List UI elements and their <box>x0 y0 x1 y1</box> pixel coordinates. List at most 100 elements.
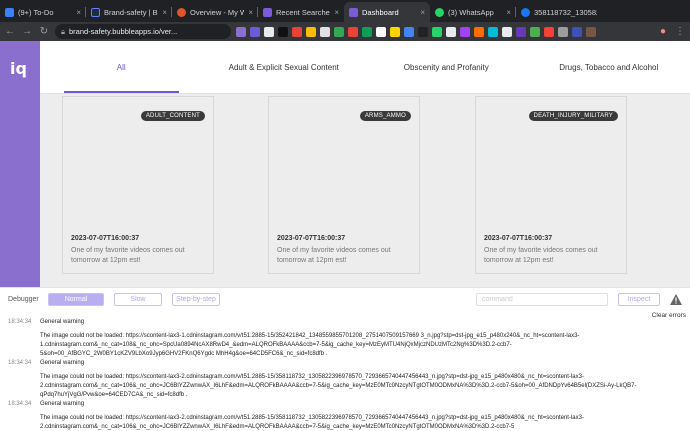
close-tab-icon[interactable]: × <box>506 8 511 17</box>
extension-icon[interactable] <box>502 26 512 37</box>
close-tab-icon[interactable]: × <box>420 8 425 17</box>
iq-favicon-icon <box>263 7 272 17</box>
tab-label: (3) WhatsApp <box>448 7 494 17</box>
card-timestamp: 2023-07-07T16:00:37 <box>277 235 346 242</box>
extension-icon[interactable] <box>264 26 274 37</box>
category-badge: ADULT_CONTENT <box>140 111 205 121</box>
browser-tab[interactable]: (3) WhatsApp × <box>430 2 516 22</box>
tab-label: (9+) To-Do <box>18 7 54 17</box>
debugger-log: 18:34:34 General warning The image could… <box>0 317 690 431</box>
card-description: One of my favorite videos comes out tomo… <box>71 247 185 264</box>
card-timestamp: 2023-07-07T16:00:37 <box>484 235 553 242</box>
address-text: brand-safety.bubbleapps.io/ver... <box>69 27 178 36</box>
extension-icon[interactable] <box>572 26 582 37</box>
debugger-bar: Debugger Normal Slow Step-by-step comman… <box>0 287 690 310</box>
close-tab-icon[interactable]: × <box>76 8 81 17</box>
close-tab-icon[interactable]: × <box>248 8 253 17</box>
bubble-favicon-icon <box>91 7 100 17</box>
tab-obscenity-profanity[interactable]: Obscenity and Profanity <box>365 41 528 93</box>
extension-icon[interactable] <box>488 26 498 37</box>
extension-icon[interactable] <box>586 26 596 37</box>
whatsapp-favicon-icon <box>435 7 444 17</box>
inspect-button[interactable]: Inspect <box>618 292 660 306</box>
extension-icon[interactable] <box>306 26 316 37</box>
log-title: General warning <box>40 319 85 325</box>
tab-drugs-tobacco-alcohol[interactable]: Drugs, Tobacco and Alcohol <box>528 41 690 93</box>
normal-mode-button[interactable]: Normal <box>48 292 104 306</box>
log-time: 18:34:34 <box>8 360 32 366</box>
tab-label: Brand-safety | Bubble <box>104 7 158 17</box>
log-body: The image could not be loaded: https://s… <box>40 333 580 357</box>
address-bar[interactable]: 🔒︎ brand-safety.bubbleapps.io/ver... <box>55 24 231 39</box>
extension-icon[interactable] <box>320 26 330 37</box>
extension-icon[interactable] <box>390 26 400 37</box>
category-badge: DEATH_INJURY_MILITARY <box>528 111 618 121</box>
close-tab-icon[interactable]: × <box>162 8 167 17</box>
forward-icon[interactable]: → <box>21 26 33 37</box>
extension-icon[interactable] <box>376 26 386 37</box>
workout-favicon-icon <box>177 7 186 17</box>
extension-icon[interactable] <box>544 26 554 37</box>
log-time: 18:34:34 <box>8 401 32 407</box>
card-description: One of my favorite videos comes out tomo… <box>484 247 598 264</box>
warning-icon[interactable] <box>670 293 682 305</box>
extension-icon[interactable] <box>516 26 526 37</box>
browser-tab[interactable]: Overview - My Workouts× <box>172 2 258 22</box>
log-title: General warning <box>40 360 85 366</box>
browser-tab-bar: (9+) To-Do × Brand-safety | Bubble × Overv… <box>0 0 690 22</box>
content-card[interactable]: ADULT_CONTENT 2023-07-07T16:00:37 One of… <box>62 96 214 274</box>
category-tabs: All Adult & Explicit Sexual Content Obsc… <box>40 41 690 94</box>
tab-label: 358118732_130582... <box>534 7 597 17</box>
extension-icon[interactable] <box>362 26 372 37</box>
browser-tab[interactable]: Brand-safety | Bubble × <box>86 2 172 22</box>
content-card[interactable]: DEATH_INJURY_MILITARY 2023-07-07T16:00:3… <box>475 96 627 274</box>
profile-avatar-icon[interactable]: ● <box>657 26 669 37</box>
browser-toolbar: ← → ↻ 🔒︎ brand-safety.bubbleapps.io/ver.… <box>0 22 690 41</box>
debugger-label: Debugger <box>8 295 39 303</box>
extension-icon[interactable] <box>404 26 414 37</box>
extension-icon[interactable] <box>474 26 484 37</box>
extension-icon[interactable] <box>250 26 260 37</box>
log-title: General warning <box>40 401 85 407</box>
slow-mode-button[interactable]: Slow <box>114 292 162 306</box>
browser-tab-active[interactable]: Dashboard × <box>344 2 430 22</box>
back-icon[interactable]: ← <box>4 26 16 37</box>
extension-icon[interactable] <box>334 26 344 37</box>
browser-tab[interactable]: Recent Searches × <box>258 2 344 22</box>
todo-favicon-icon <box>5 7 14 17</box>
content-card[interactable]: ARMS_AMMO 2023-07-07T16:00:37 One of my … <box>268 96 420 274</box>
main-content: All Adult & Explicit Sexual Content Obsc… <box>40 41 690 287</box>
extension-icon[interactable] <box>460 26 470 37</box>
app-sidebar: iq <box>0 41 40 287</box>
facebook-favicon-icon <box>521 7 530 17</box>
extension-icon[interactable] <box>530 26 540 37</box>
extension-icon[interactable] <box>348 26 358 37</box>
extension-icon[interactable] <box>278 26 288 37</box>
tab-label: Dashboard <box>362 7 399 17</box>
card-description: One of my favorite videos comes out tomo… <box>277 247 391 264</box>
close-tab-icon[interactable]: × <box>334 8 339 17</box>
browser-tab[interactable]: (9+) To-Do × <box>0 2 86 22</box>
iq-favicon-icon <box>349 7 358 17</box>
log-time: 18:34:34 <box>8 319 32 325</box>
iq-logo[interactable]: iq <box>10 59 27 78</box>
extension-icon[interactable] <box>418 26 428 37</box>
extension-icon[interactable] <box>236 26 246 37</box>
menu-dots-icon[interactable]: ⋮ <box>674 26 686 37</box>
tab-label: Overview - My Workouts <box>190 7 245 17</box>
browser-tab[interactable]: 358118732_130582... <box>516 2 602 22</box>
extension-icon[interactable] <box>558 26 568 37</box>
category-badge: ARMS_AMMO <box>359 111 411 121</box>
lock-icon: 🔒︎ <box>61 26 65 36</box>
tab-label: Recent Searches <box>276 7 331 17</box>
tab-all[interactable]: All <box>40 41 203 93</box>
tab-adult-explicit[interactable]: Adult & Explicit Sexual Content <box>203 41 366 93</box>
card-timestamp: 2023-07-07T16:00:37 <box>71 235 140 242</box>
debugger-command-input[interactable]: command <box>476 292 608 306</box>
step-by-step-button[interactable]: Step-by-step <box>172 292 220 306</box>
extension-icon[interactable] <box>446 26 456 37</box>
reload-icon[interactable]: ↻ <box>38 26 50 37</box>
extension-icon[interactable] <box>432 26 442 37</box>
log-body: The image could not be loaded: https://s… <box>40 374 637 398</box>
extension-icon[interactable] <box>292 26 302 37</box>
